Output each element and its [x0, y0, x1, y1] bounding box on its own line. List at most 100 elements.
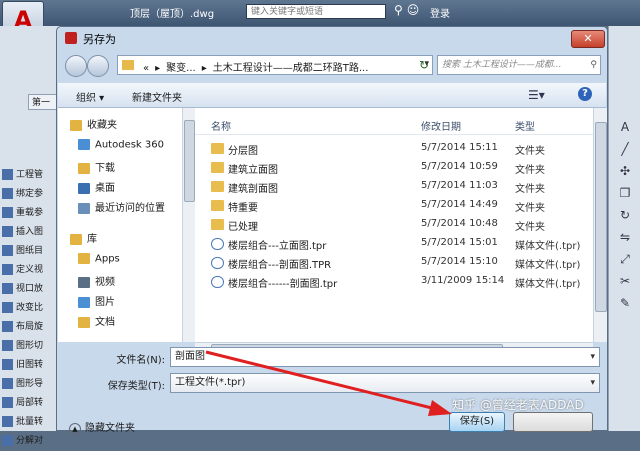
table-row[interactable]: 分层图 5/7/2014 15:11 文件夹: [195, 140, 593, 158]
file-date: 3/11/2009 15:14: [421, 275, 505, 286]
file-list: 名称 修改日期 类型 分层图 5/7/2014 15:11 文件夹 建筑立面图 5/7/…: [195, 108, 593, 342]
cad-search-input[interactable]: 键入关键字或短语: [246, 4, 386, 19]
text-tool-icon[interactable]: A: [609, 116, 640, 138]
move-tool-icon[interactable]: ✣: [609, 160, 640, 182]
cad-command-item[interactable]: 局部转: [2, 394, 60, 413]
line-tool-icon[interactable]: ╱: [609, 138, 640, 160]
file-list-scrollbar[interactable]: [593, 108, 607, 342]
nav-item[interactable]: 图片: [78, 293, 115, 308]
table-row[interactable]: 已处理 5/7/2014 10:48 文件夹: [195, 216, 593, 234]
file-type: 文件夹: [515, 203, 545, 214]
view-options-icon[interactable]: ☰▾: [528, 88, 545, 102]
cad-command-item[interactable]: 视口放: [2, 280, 60, 299]
cad-command-item[interactable]: 插入图: [2, 223, 60, 242]
cad-command-item[interactable]: 绑定参: [2, 185, 60, 204]
save-button[interactable]: 保存(S): [449, 412, 505, 432]
breadcrumb-segment[interactable]: 聚变...: [166, 63, 196, 74]
command-icon: [2, 321, 13, 332]
breadcrumb[interactable]: « ▸ 聚变... ▸ 土木工程设计——成都二环路T路...: [140, 59, 371, 74]
column-header-name[interactable]: 名称: [211, 118, 231, 133]
nav-item[interactable]: 文档: [78, 313, 115, 328]
nav-item[interactable]: 桌面: [78, 179, 115, 194]
command-icon: [2, 435, 13, 446]
dialog-title: 另存为: [83, 33, 116, 46]
breadcrumb-separator-icon[interactable]: ▸: [155, 63, 160, 74]
cad-command-label: 布局旋: [16, 322, 44, 332]
cad-command-item[interactable]: 旧图转: [2, 356, 60, 375]
table-row[interactable]: 建筑剖面图 5/7/2014 11:03 文件夹: [195, 178, 593, 196]
nav-item[interactable]: 收藏夹: [70, 116, 117, 131]
organize-button[interactable]: 组织 ▾: [76, 89, 104, 104]
cad-command-item[interactable]: 图形导: [2, 375, 60, 394]
file-date: 5/7/2014 14:49: [421, 199, 498, 210]
login-link[interactable]: 登录: [430, 5, 450, 20]
cad-command-item[interactable]: 改变比: [2, 299, 60, 318]
breadcrumb-separator-icon[interactable]: ▸: [202, 63, 207, 74]
back-button[interactable]: [65, 55, 87, 77]
file-date: 5/7/2014 11:03: [421, 180, 498, 191]
autocad-icon: [65, 32, 77, 44]
chevron-down-icon[interactable]: ▾: [590, 374, 595, 392]
nav-scroll-thumb[interactable]: [184, 120, 195, 202]
filename-input[interactable]: 剖面图 ▾: [170, 347, 600, 367]
nav-scrollbar[interactable]: [182, 108, 195, 342]
chevron-down-icon[interactable]: ▾: [590, 348, 595, 366]
tpr-file-icon: [211, 276, 224, 288]
search-input[interactable]: 搜索 土木工程设计——成都... ⚲: [437, 55, 601, 75]
breadcrumb-segment[interactable]: «: [143, 63, 149, 74]
header-divider: [195, 134, 593, 135]
binoculars-icon[interactable]: ⚲☺: [394, 3, 423, 17]
help-icon[interactable]: ?: [578, 87, 592, 101]
command-icon: [2, 169, 13, 180]
nav-item[interactable]: 最近访问的位置: [78, 199, 165, 214]
column-header-type[interactable]: 类型: [515, 118, 535, 133]
file-date: 5/7/2014 10:59: [421, 161, 498, 172]
file-scroll-thumb[interactable]: [595, 122, 607, 312]
table-row[interactable]: 楼层组合------剖面图.tpr 3/11/2009 15:14 媒体文件(.tp…: [195, 273, 593, 291]
scale-tool-icon[interactable]: ⤢: [609, 248, 640, 270]
address-bar[interactable]: «▸ 聚变... ▸ 土木工程设计——成都二环路T路... ▾: [117, 55, 433, 75]
close-button[interactable]: ✕: [571, 30, 605, 48]
cad-command-label: 分解对: [16, 436, 44, 446]
breadcrumb-segment[interactable]: 土木工程设计——成都二环路T路...: [213, 63, 369, 74]
cancel-button[interactable]: [513, 412, 593, 432]
rotate-tool-icon[interactable]: ↻: [609, 204, 640, 226]
cad-command-item[interactable]: 工程管: [2, 166, 60, 185]
copy-tool-icon[interactable]: ❐: [609, 182, 640, 204]
refresh-icon[interactable]: ↻: [415, 55, 433, 75]
search-placeholder: 搜索 土木工程设计——成都...: [442, 60, 562, 70]
table-row[interactable]: 楼层组合---剖面图.TPR 5/7/2014 15:10 媒体文件(.tpr): [195, 254, 593, 272]
cad-command-label: 插入图: [16, 227, 44, 237]
new-folder-button[interactable]: 新建文件夹: [132, 89, 182, 104]
cad-command-item[interactable]: 图纸目: [2, 242, 60, 261]
trim-tool-icon[interactable]: ✂: [609, 270, 640, 292]
nav-item[interactable]: Apps: [78, 253, 120, 265]
cad-command-item[interactable]: 重载参: [2, 204, 60, 223]
nav-item[interactable]: 库: [70, 230, 97, 245]
mirror-tool-icon[interactable]: ⇋: [609, 226, 640, 248]
cad-command-item[interactable]: 批量转: [2, 413, 60, 432]
table-row[interactable]: 建筑立面图 5/7/2014 10:59 文件夹: [195, 159, 593, 177]
command-toolbar: 组织 ▾ 新建文件夹 ☰▾ ?: [58, 83, 606, 108]
command-icon: [2, 245, 13, 256]
nav-item[interactable]: 视频: [78, 273, 115, 288]
command-icon: [2, 340, 13, 351]
nav-item-label: Autodesk 360: [95, 139, 164, 151]
table-row[interactable]: 特重要 5/7/2014 14:49 文件夹: [195, 197, 593, 215]
cad-command-item[interactable]: 分解对: [2, 432, 60, 451]
column-header-date[interactable]: 修改日期: [421, 118, 461, 133]
pencil-tool-icon[interactable]: ✎: [609, 292, 640, 314]
file-name: 楼层组合---剖面图.TPR: [228, 260, 332, 271]
hide-folders-toggle[interactable]: ▲ 隐藏文件夹: [69, 419, 135, 435]
file-date: 5/7/2014 15:10: [421, 256, 498, 267]
cad-command-item[interactable]: 定义视: [2, 261, 60, 280]
table-row[interactable]: 楼层组合---立面图.tpr 5/7/2014 15:01 媒体文件(.tpr): [195, 235, 593, 253]
forward-button[interactable]: [87, 55, 109, 77]
cad-command-item[interactable]: 图形切: [2, 337, 60, 356]
nav-item[interactable]: 下载: [78, 159, 115, 174]
nav-item-label: 最近访问的位置: [95, 203, 165, 214]
filetype-select[interactable]: 工程文件(*.tpr) ▾: [170, 373, 600, 393]
nav-item[interactable]: Autodesk 360: [78, 139, 164, 151]
filename-value: 剖面图: [175, 351, 205, 362]
cad-command-item[interactable]: 布局旋: [2, 318, 60, 337]
